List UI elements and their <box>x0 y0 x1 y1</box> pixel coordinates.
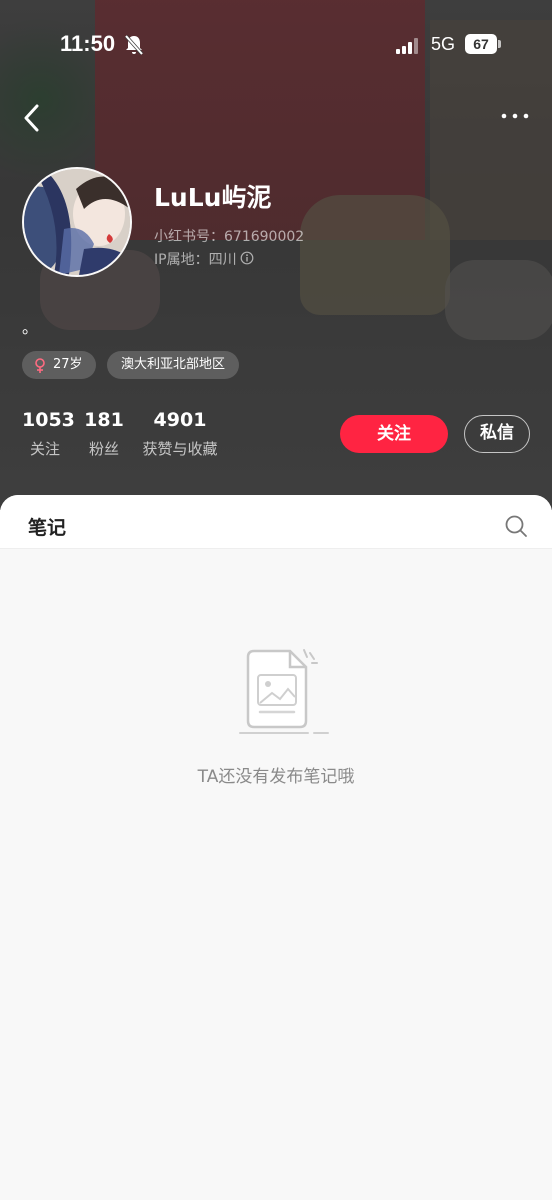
username: LuLu屿泥 <box>154 183 272 212</box>
stat-value: 1053 <box>22 409 75 431</box>
info-icon[interactable] <box>240 251 254 265</box>
network-type: 5G <box>431 34 456 54</box>
bio: 。 <box>22 318 39 337</box>
stat-likes-collections[interactable]: 4901 获赞与收藏 <box>138 409 222 458</box>
bell-muted-icon <box>124 34 144 56</box>
red-id: 小红书号：671690002 <box>154 229 305 245</box>
empty-document-icon <box>239 649 329 734</box>
content-panel: 笔记 TA还没有发布笔记哦 <box>0 495 552 1200</box>
stat-label: 获赞与收藏 <box>142 440 218 458</box>
message-button[interactable]: 私信 <box>464 415 530 453</box>
battery-level: 67 <box>465 34 497 54</box>
empty-state-text: TA还没有发布笔记哦 <box>197 767 355 787</box>
stat-following[interactable]: 1053 关注 <box>22 409 75 458</box>
tabs-bar: 笔记 <box>0 495 552 549</box>
age-label: 27岁 <box>53 357 83 372</box>
status-bar: 11:50 5G 67 <box>0 22 552 68</box>
stat-value: 4901 <box>153 409 207 431</box>
stat-label: 关注 <box>29 440 60 458</box>
region-tag: 澳大利亚北部地区 <box>107 351 239 379</box>
tab-notes[interactable]: 笔记 <box>28 513 66 540</box>
female-icon <box>35 358 45 373</box>
more-options-button[interactable] <box>498 104 532 128</box>
stat-label: 粉丝 <box>88 440 119 458</box>
signal-icon <box>396 38 418 54</box>
avatar[interactable] <box>22 167 132 277</box>
follow-button[interactable]: 关注 <box>340 415 448 453</box>
battery-icon: 67 <box>465 34 501 56</box>
back-button[interactable] <box>18 100 48 136</box>
stat-followers[interactable]: 181 粉丝 <box>84 409 124 458</box>
avatar-image <box>24 169 130 275</box>
age-tag: 27岁 <box>22 351 96 379</box>
stat-value: 181 <box>84 409 124 431</box>
search-icon[interactable] <box>504 514 528 538</box>
status-time: 11:50 <box>60 31 116 56</box>
ip-location: IP属地：四川 <box>154 252 237 268</box>
